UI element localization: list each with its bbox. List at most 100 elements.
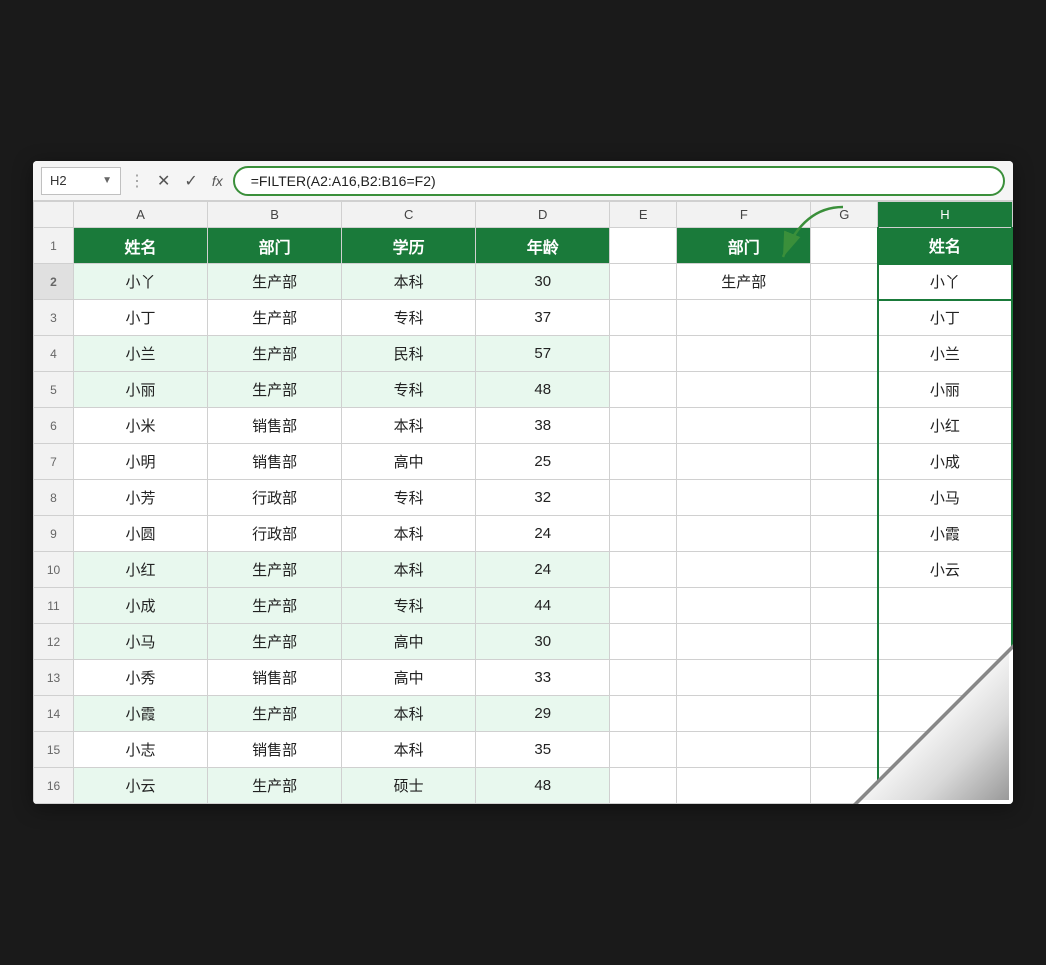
col-header-h[interactable]: H: [878, 202, 1012, 228]
cell-b15[interactable]: 销售部: [208, 732, 342, 768]
cell-c5[interactable]: 专科: [342, 372, 476, 408]
cell-a8[interactable]: 小芳: [74, 480, 208, 516]
cell-a3[interactable]: 小丁: [74, 300, 208, 336]
cell-f15[interactable]: [677, 732, 811, 768]
cell-e3[interactable]: [610, 300, 677, 336]
cell-h14[interactable]: [878, 696, 1012, 732]
cell-b12[interactable]: 生产部: [208, 624, 342, 660]
cell-g12[interactable]: [811, 624, 878, 660]
cell-g2[interactable]: [811, 264, 878, 300]
cell-b14[interactable]: 生产部: [208, 696, 342, 732]
cell-a9[interactable]: 小圆: [74, 516, 208, 552]
cell-g4[interactable]: [811, 336, 878, 372]
cell-d16[interactable]: 48: [476, 768, 610, 804]
cell-f9[interactable]: [677, 516, 811, 552]
cell-b2[interactable]: 生产部: [208, 264, 342, 300]
cell-e4[interactable]: [610, 336, 677, 372]
cell-b16[interactable]: 生产部: [208, 768, 342, 804]
cancel-icon[interactable]: ✕: [153, 169, 174, 193]
cell-c1[interactable]: 学历: [342, 228, 476, 264]
col-header-d[interactable]: D: [476, 202, 610, 228]
cell-e12[interactable]: [610, 624, 677, 660]
cell-f13[interactable]: [677, 660, 811, 696]
cell-e16[interactable]: [610, 768, 677, 804]
cell-h7[interactable]: 小成: [878, 444, 1012, 480]
cell-d4[interactable]: 57: [476, 336, 610, 372]
cell-e1[interactable]: [610, 228, 677, 264]
cell-c8[interactable]: 专科: [342, 480, 476, 516]
cell-b10[interactable]: 生产部: [208, 552, 342, 588]
cell-e11[interactable]: [610, 588, 677, 624]
cell-a2[interactable]: 小丫: [74, 264, 208, 300]
cell-c16[interactable]: 硕士: [342, 768, 476, 804]
cell-f3[interactable]: [677, 300, 811, 336]
cell-c14[interactable]: 本科: [342, 696, 476, 732]
cell-g14[interactable]: [811, 696, 878, 732]
cell-e5[interactable]: [610, 372, 677, 408]
cell-g5[interactable]: [811, 372, 878, 408]
cell-b9[interactable]: 行政部: [208, 516, 342, 552]
cell-e8[interactable]: [610, 480, 677, 516]
cell-d5[interactable]: 48: [476, 372, 610, 408]
cell-h9[interactable]: 小霞: [878, 516, 1012, 552]
cell-g1[interactable]: [811, 228, 878, 264]
cell-f8[interactable]: [677, 480, 811, 516]
cell-b4[interactable]: 生产部: [208, 336, 342, 372]
cell-f5[interactable]: [677, 372, 811, 408]
cell-g3[interactable]: [811, 300, 878, 336]
cell-f7[interactable]: [677, 444, 811, 480]
cell-h10[interactable]: 小云: [878, 552, 1012, 588]
cell-f14[interactable]: [677, 696, 811, 732]
cell-g13[interactable]: [811, 660, 878, 696]
cell-c7[interactable]: 高中: [342, 444, 476, 480]
cell-c4[interactable]: 民科: [342, 336, 476, 372]
cell-g7[interactable]: [811, 444, 878, 480]
cell-h2[interactable]: 小丫: [878, 264, 1012, 300]
col-header-a[interactable]: A: [74, 202, 208, 228]
cell-h8[interactable]: 小马: [878, 480, 1012, 516]
cell-g8[interactable]: [811, 480, 878, 516]
cell-h11[interactable]: [878, 588, 1012, 624]
cell-b5[interactable]: 生产部: [208, 372, 342, 408]
cell-c11[interactable]: 专科: [342, 588, 476, 624]
cell-a14[interactable]: 小霞: [74, 696, 208, 732]
cell-d3[interactable]: 37: [476, 300, 610, 336]
cell-a12[interactable]: 小马: [74, 624, 208, 660]
cell-b8[interactable]: 行政部: [208, 480, 342, 516]
cell-a10[interactable]: 小红: [74, 552, 208, 588]
cell-d11[interactable]: 44: [476, 588, 610, 624]
cell-d9[interactable]: 24: [476, 516, 610, 552]
cell-b6[interactable]: 销售部: [208, 408, 342, 444]
cell-f11[interactable]: [677, 588, 811, 624]
cell-h15[interactable]: [878, 732, 1012, 768]
col-header-e[interactable]: E: [610, 202, 677, 228]
cell-d12[interactable]: 30: [476, 624, 610, 660]
cell-a13[interactable]: 小秀: [74, 660, 208, 696]
cell-a6[interactable]: 小米: [74, 408, 208, 444]
cell-a5[interactable]: 小丽: [74, 372, 208, 408]
cell-h6[interactable]: 小红: [878, 408, 1012, 444]
cell-d8[interactable]: 32: [476, 480, 610, 516]
cell-f2[interactable]: 生产部: [677, 264, 811, 300]
cell-f10[interactable]: [677, 552, 811, 588]
cell-a7[interactable]: 小明: [74, 444, 208, 480]
cell-e13[interactable]: [610, 660, 677, 696]
col-header-c[interactable]: C: [342, 202, 476, 228]
cell-h5[interactable]: 小丽: [878, 372, 1012, 408]
cell-c12[interactable]: 高中: [342, 624, 476, 660]
cell-h16[interactable]: [878, 768, 1012, 804]
cell-d10[interactable]: 24: [476, 552, 610, 588]
cell-g6[interactable]: [811, 408, 878, 444]
cell-e9[interactable]: [610, 516, 677, 552]
cell-h12[interactable]: [878, 624, 1012, 660]
col-header-b[interactable]: B: [208, 202, 342, 228]
cell-c2[interactable]: 本科: [342, 264, 476, 300]
col-header-g[interactable]: G: [811, 202, 878, 228]
cell-reference-box[interactable]: H2 ▼: [41, 167, 121, 195]
cell-b3[interactable]: 生产部: [208, 300, 342, 336]
cell-g11[interactable]: [811, 588, 878, 624]
cell-f1[interactable]: 部门: [677, 228, 811, 264]
cell-h1[interactable]: 姓名: [878, 228, 1012, 264]
cell-f6[interactable]: [677, 408, 811, 444]
cell-c15[interactable]: 本科: [342, 732, 476, 768]
